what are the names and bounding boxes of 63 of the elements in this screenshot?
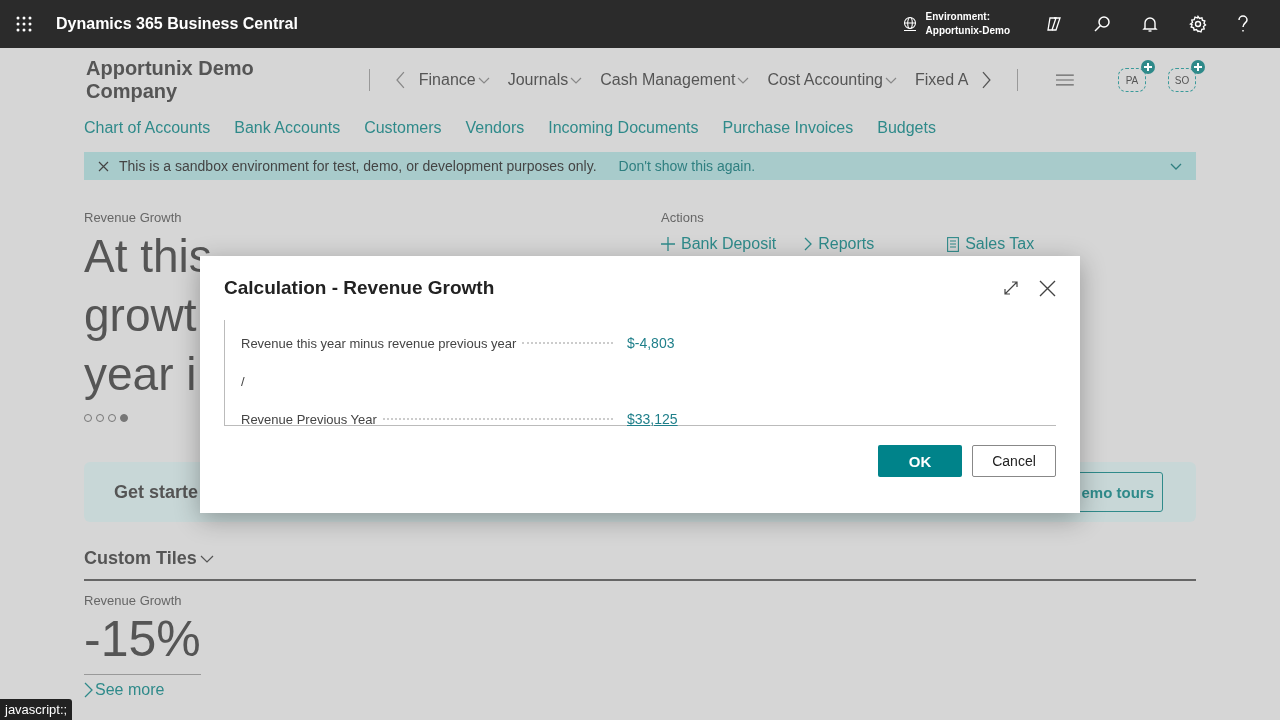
nav-menu[interactable]: Fixed A [911,71,973,89]
navigation-link[interactable]: Incoming Documents [548,119,699,137]
app-launcher-icon[interactable] [16,16,32,32]
navigation-link[interactable]: Chart of Accounts [84,119,211,137]
banner-message: This is a sandbox environment for test, demo, or development purposes only. [119,158,597,174]
globe-icon [901,16,918,32]
chevron-down-icon[interactable] [199,554,214,563]
cancel-button[interactable]: Cancel [972,445,1056,477]
bell-icon[interactable] [1141,15,1159,33]
chevron-right-icon [84,682,93,698]
dialog-title: Calculation - Revenue Growth [224,277,496,299]
add-badge-icon [1141,60,1155,74]
headline-text: year i [84,347,197,402]
nav-menu[interactable]: Cost Accounting [763,71,901,89]
chevron-down-icon [737,76,750,84]
headline-text: growt [84,288,197,343]
section-label: Revenue Growth [84,210,183,225]
chevron-down-icon[interactable] [1170,162,1182,170]
expand-icon[interactable] [1003,280,1019,296]
plus-icon [661,237,675,251]
nav-menu[interactable]: Cash Management [596,71,754,89]
panel-title: Get starte [114,481,199,503]
chevron-right-icon [804,237,813,251]
status-tooltip: javascript:; [0,699,73,720]
close-icon[interactable] [1039,279,1056,297]
navigation-link[interactable]: Purchase Invoices [722,119,854,137]
navigation-link[interactable]: Customers [364,119,442,137]
navigation-link[interactable]: Budgets [877,119,936,137]
chevron-down-icon [885,76,897,84]
settings-icon[interactable] [1189,15,1207,33]
tile-value[interactable]: -15% [84,614,201,675]
add-badge-icon [1191,60,1205,74]
action-link[interactable]: Sales Tax [947,235,1063,253]
app-name: Dynamics 365 Business Central [56,15,298,33]
nav-menu[interactable]: Journals [503,71,587,89]
field-label: Revenue this year minus revenue previous year [241,335,517,351]
dismiss-link[interactable]: Don't show this again. [618,158,756,174]
tile-label: Revenue Growth [84,593,182,608]
section-title[interactable]: Custom Tiles [84,548,197,569]
value-link[interactable]: $-4,803 [627,335,675,351]
document-icon [947,236,960,252]
chevron-down-icon [477,76,490,84]
close-icon[interactable] [98,160,109,172]
field-label: Revenue Previous Year [241,411,377,427]
company-name[interactable]: Apportunix Demo Company [86,57,347,103]
chevron-right-icon[interactable] [982,71,992,89]
nav-menu[interactable]: Finance [414,71,494,89]
ok-button[interactable]: OK [878,445,962,477]
help-icon[interactable] [1237,15,1249,33]
operator-text: / [241,373,245,389]
environment-name: Apportunix-Demo [925,24,1010,38]
action-link[interactable]: Reports [804,235,920,253]
navigation-link[interactable]: Vendors [465,119,525,137]
environment-label: Environment: [925,10,991,24]
actions-title: Actions [661,210,705,225]
see-more-link[interactable]: See more [84,681,165,699]
chevron-down-icon [570,76,583,84]
search-icon[interactable] [1093,15,1111,33]
menu-icon[interactable] [1056,74,1074,86]
carousel-dot[interactable] [120,414,128,422]
navigation-link[interactable]: Bank Accounts [234,119,341,137]
action-link[interactable]: Bank Deposit [661,235,777,253]
value-link[interactable]: $33,125 [627,411,678,427]
